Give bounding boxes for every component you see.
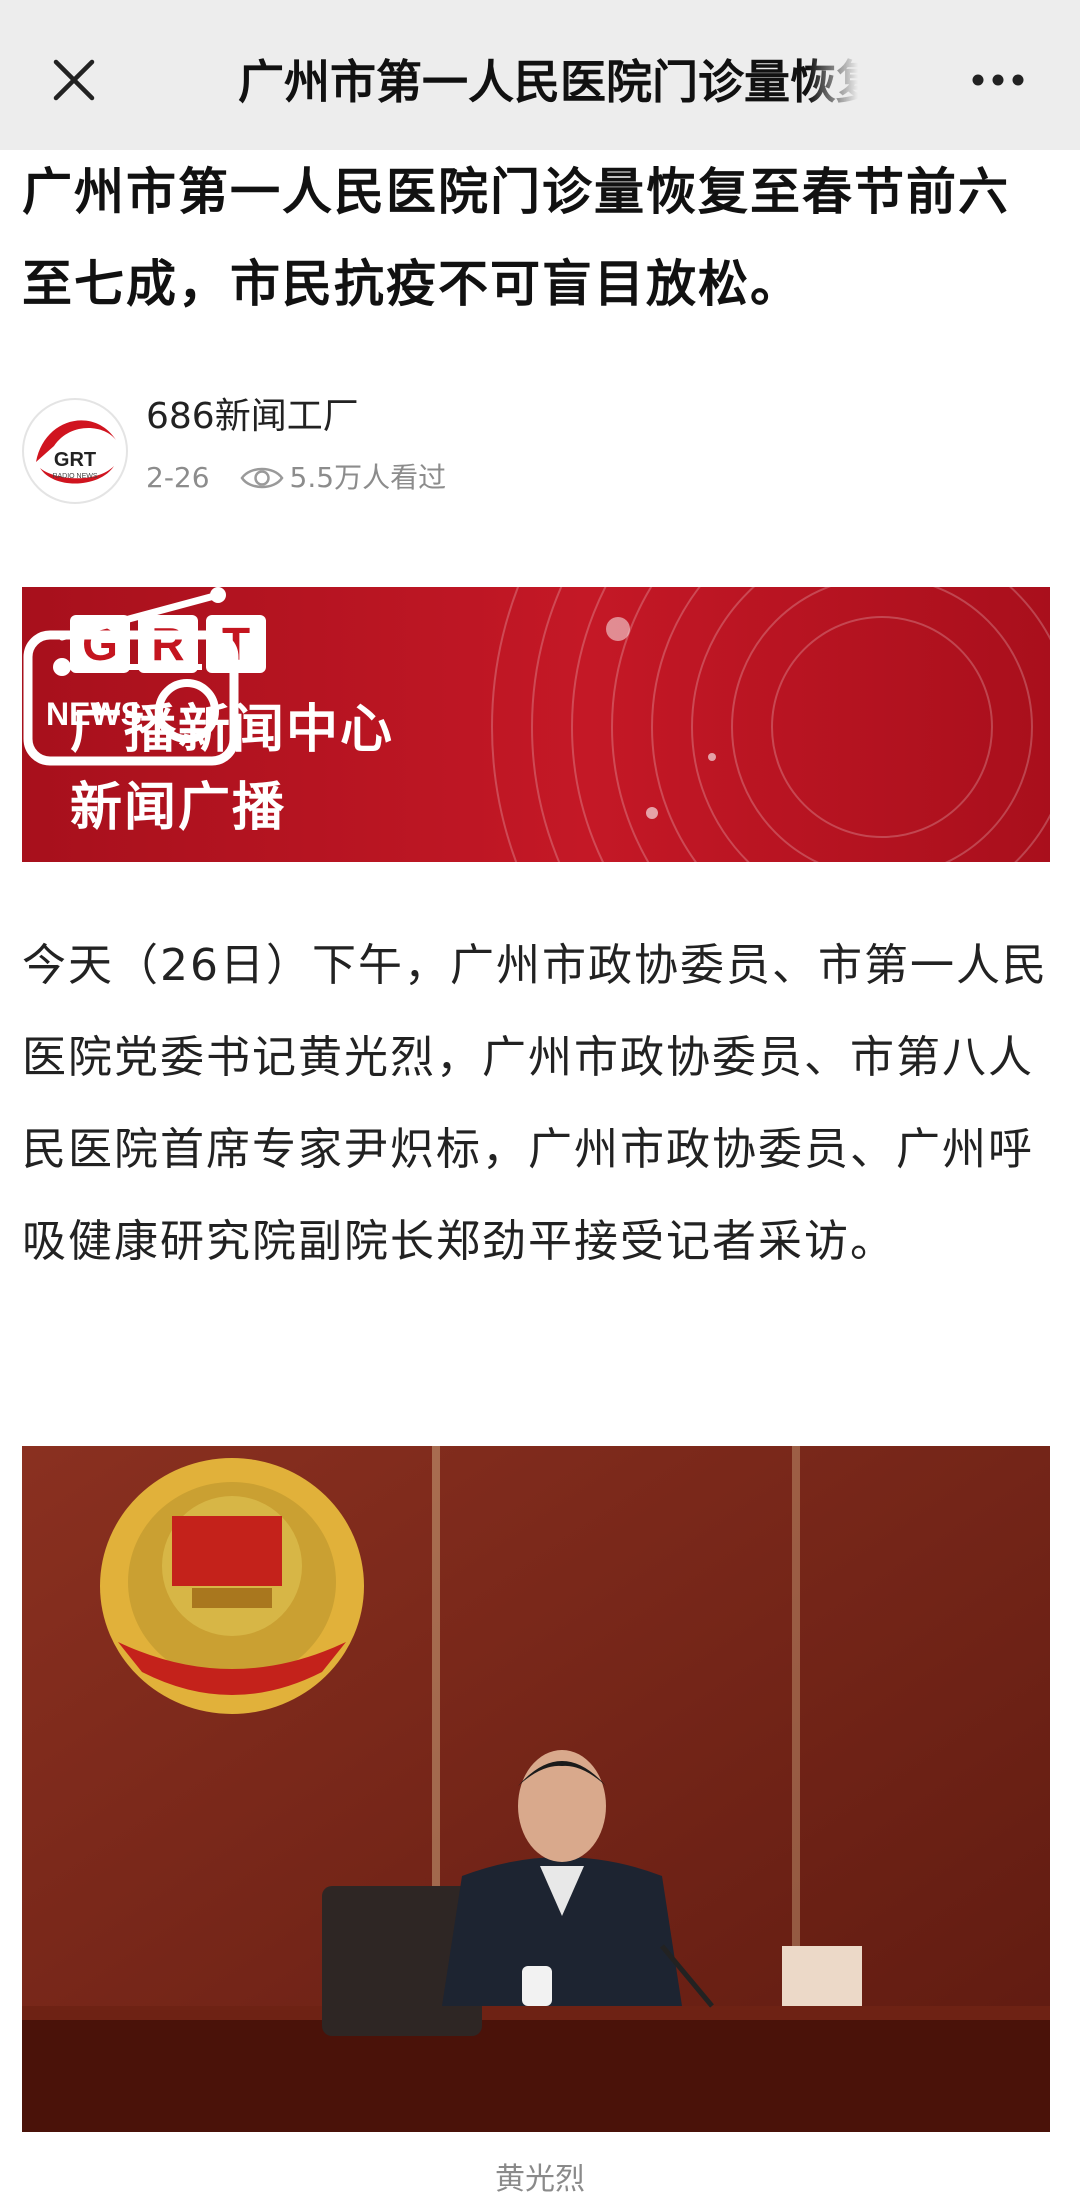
article-title: 广州市第一人民医院门诊量恢复至春节前六至七成，市民抗疫不可盲目放松。 [22, 163, 1010, 313]
conference-photo-illustration [22, 1446, 1050, 2132]
grt-banner-image: G R T 广播新闻中心 新闻广播 NEWS [22, 587, 1050, 862]
article-photo[interactable] [22, 1446, 1050, 2132]
eye-icon [240, 467, 284, 489]
grt-logo-icon: GRT RADIO NEWS [36, 420, 116, 484]
account-avatar[interactable]: GRT RADIO NEWS [22, 398, 128, 504]
article-meta: 2-26 5.5万人看过 [146, 458, 446, 498]
news-radio-icon: NEWS [23, 587, 239, 766]
view-count: 5.5万人看过 [289, 461, 447, 494]
publish-date: 2-26 [146, 461, 210, 494]
banner-line2: 新闻广播 [70, 778, 287, 838]
author-name[interactable]: 686新闻工厂 [146, 392, 359, 442]
avatar-logo-subtext: RADIO NEWS [52, 473, 97, 480]
article-paragraph: 今天（26日）下午，广州市政协委员、市第一人民医院党委书记黄光烈，广州市政协委员… [22, 940, 1048, 1267]
more-dots-icon[interactable] [970, 70, 1026, 90]
news-label: NEWS [46, 696, 142, 732]
top-navbar: 广州市第一人民医院门诊量恢复至春节前六至七成，市民抗疫不可盲目放松。 [0, 0, 1080, 150]
navbar-title: 广州市第一人民医院门诊量恢复至春节前六至七成，市民抗疫不可盲目放松。 [238, 55, 858, 109]
cppcc-emblem-icon [100, 1458, 364, 1714]
avatar-logo-text: GRT [54, 449, 96, 471]
author-row: GRT RADIO NEWS 686新闻工厂 2-26 5.5万人看过 [22, 392, 1052, 512]
photo-caption: 黄光烈 [495, 2162, 585, 2197]
close-icon[interactable] [50, 56, 98, 104]
